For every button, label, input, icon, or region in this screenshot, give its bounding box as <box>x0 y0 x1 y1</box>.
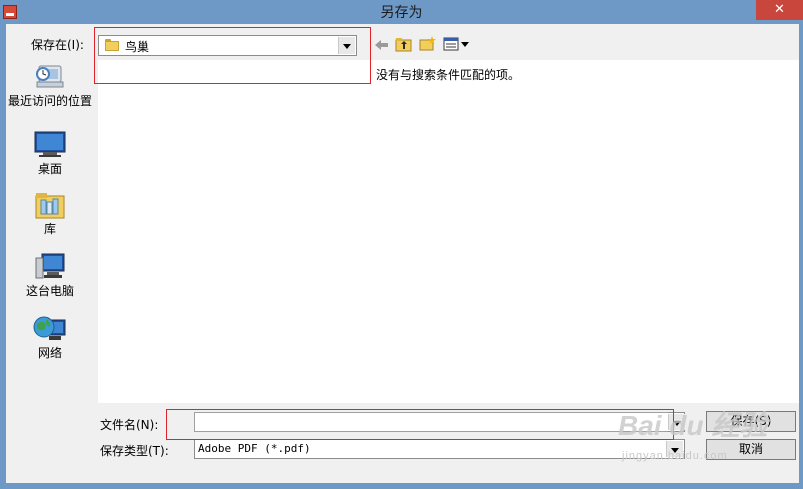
libraries-icon <box>33 190 67 222</box>
places-recent-label: 最近访问的位置 <box>8 94 93 108</box>
up-folder-icon[interactable] <box>395 36 413 52</box>
title-bar: 另存为 ✕ <box>0 0 803 24</box>
places-desktop[interactable]: 桌面 <box>8 130 92 176</box>
cancel-button[interactable]: 取消 <box>706 439 796 460</box>
file-list[interactable]: 没有与搜索条件匹配的项。 <box>98 60 799 403</box>
chevron-down-icon[interactable] <box>666 441 683 457</box>
places-this-pc[interactable]: 这台电脑 <box>8 252 92 298</box>
places-libraries[interactable]: 库 <box>8 190 92 236</box>
dialog-body: 保存在(I): 鸟巢 最近访问的位置 桌面 库 这台电脑 网络 没有与搜索条件匹… <box>6 24 799 483</box>
places-desktop-label: 桌面 <box>37 162 62 176</box>
network-icon <box>33 314 67 346</box>
places-libraries-label: 库 <box>43 222 56 236</box>
file-name-label: 文件名(N): <box>100 418 159 432</box>
chevron-down-icon[interactable] <box>338 37 355 54</box>
view-menu-icon[interactable] <box>443 36 471 52</box>
desktop-icon <box>33 130 67 162</box>
window-title: 另存为 <box>380 5 423 21</box>
back-arrow-icon[interactable] <box>373 37 391 53</box>
file-name-input[interactable] <box>194 412 685 432</box>
places-this-pc-label: 这台电脑 <box>25 284 74 298</box>
places-network[interactable]: 网络 <box>8 314 92 360</box>
empty-message: 没有与搜索条件匹配的项。 <box>376 68 521 82</box>
computer-icon <box>33 252 67 284</box>
file-type-value: Adobe PDF (*.pdf) <box>198 442 311 455</box>
close-button[interactable]: ✕ <box>756 0 803 20</box>
save-in-label: 保存在(I): <box>31 38 84 52</box>
save-in-value: 鸟巢 <box>125 40 150 54</box>
file-type-label: 保存类型(T): <box>100 444 169 458</box>
recent-places-icon <box>33 62 67 94</box>
file-name-dropdown[interactable] <box>668 412 685 432</box>
new-folder-icon[interactable] <box>419 35 437 51</box>
save-button[interactable]: 保存(S) <box>706 411 796 432</box>
folder-icon <box>105 39 119 51</box>
save-in-dropdown[interactable]: 鸟巢 <box>98 35 357 56</box>
places-recent[interactable]: 最近访问的位置 <box>8 62 92 108</box>
chevron-down-icon[interactable] <box>668 414 685 430</box>
places-network-label: 网络 <box>37 346 62 360</box>
file-type-dropdown[interactable]: Adobe PDF (*.pdf) <box>194 439 685 459</box>
